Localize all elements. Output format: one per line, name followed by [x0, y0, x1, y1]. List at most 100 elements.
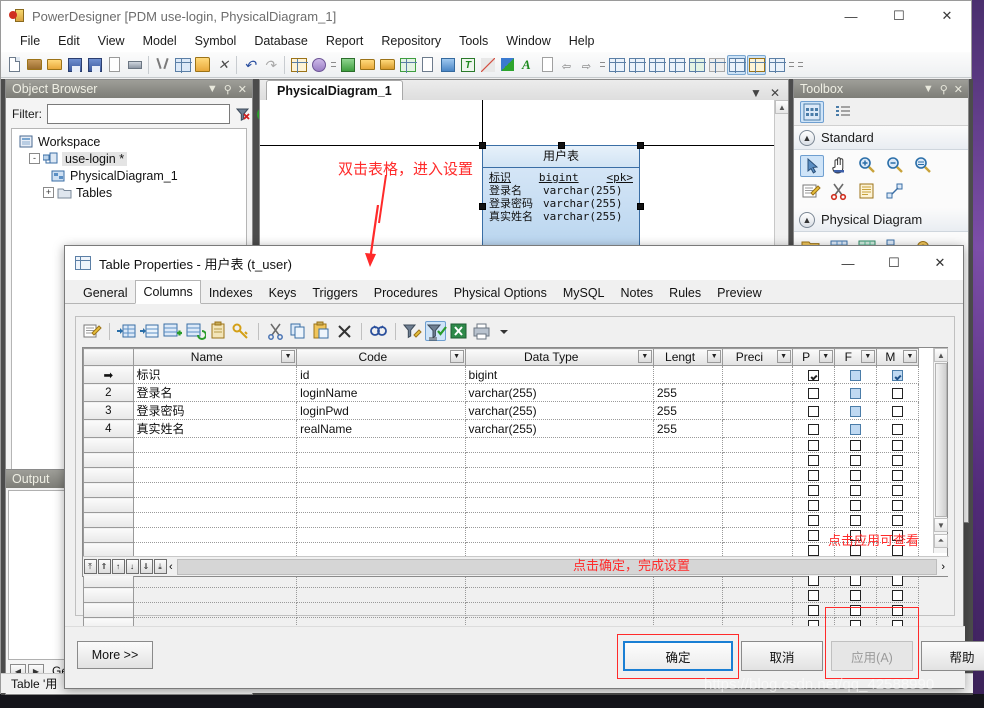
checkbox-f[interactable]: [849, 440, 861, 452]
cell-empty[interactable]: [133, 587, 298, 603]
checkbox-p[interactable]: [807, 515, 819, 527]
checkbox-p[interactable]: [807, 590, 819, 602]
checkbox-m[interactable]: [891, 485, 903, 497]
cell-checkbox-f[interactable]: [834, 512, 877, 528]
more-button[interactable]: More >>: [77, 641, 153, 669]
replace-column-icon[interactable]: [185, 321, 207, 341]
table-row[interactable]: 4 真实姓名 realName varchar(255) 255: [83, 419, 920, 438]
table-row-empty[interactable]: [83, 437, 920, 453]
cell-data-type[interactable]: varchar(255): [465, 401, 654, 420]
header-name[interactable]: Name ▼: [132, 348, 298, 366]
chevron-down-icon[interactable]: ▼: [818, 350, 833, 363]
checkbox-p[interactable]: [807, 575, 819, 587]
columns-grid[interactable]: Name ▼ Code ▼ Data Type ▼ Lengt ▼ Preci ▼ P ▼ …: [82, 347, 949, 633]
menu-help[interactable]: Help: [560, 33, 604, 49]
close-button[interactable]: ✕: [923, 1, 971, 31]
row-indicator[interactable]: 2: [83, 383, 134, 402]
cell-checkbox-f[interactable]: [834, 497, 877, 513]
row-indicator[interactable]: [83, 527, 134, 543]
cell-primary-key[interactable]: [792, 401, 835, 420]
redo-icon[interactable]: ↷: [261, 55, 280, 75]
checkbox-f[interactable]: [849, 590, 861, 602]
resize-handle-nw[interactable]: [479, 142, 486, 149]
resize-handle-n[interactable]: [558, 142, 565, 149]
checkbox-p[interactable]: [807, 387, 819, 399]
checkbox-f[interactable]: [849, 575, 861, 587]
chevron-down-icon[interactable]: ▼: [776, 350, 791, 363]
checkbox-m[interactable]: [891, 575, 903, 587]
cell-empty[interactable]: [465, 452, 654, 468]
dialog-close-button[interactable]: ✕: [917, 246, 963, 280]
cell-name[interactable]: 登录名: [133, 383, 298, 402]
tree-node-physicaldiagram[interactable]: PhysicalDiagram_1: [15, 167, 243, 184]
cell-name[interactable]: 登录密码: [133, 401, 298, 420]
cell-precision[interactable]: [722, 401, 793, 420]
cut-icon[interactable]: [153, 55, 172, 75]
tree-node-tables[interactable]: + Tables: [15, 184, 243, 201]
row-indicator[interactable]: [83, 467, 134, 483]
open-folder-icon[interactable]: [45, 55, 64, 75]
grid-vertical-scrollbar[interactable]: ▲ ▼ ⏶: [933, 348, 948, 553]
grid-view-icon[interactable]: [800, 100, 824, 123]
resize-handle-ne[interactable]: [637, 142, 644, 149]
header-p[interactable]: P ▼: [791, 348, 835, 366]
cell-checkbox-m[interactable]: [876, 437, 920, 453]
checkbox-p[interactable]: [807, 455, 819, 467]
preview-icon[interactable]: [707, 55, 726, 75]
cell-mandatory[interactable]: [876, 365, 920, 384]
move-down-fast-icon[interactable]: ⇓: [139, 559, 153, 574]
cell-empty[interactable]: [465, 527, 654, 543]
cell-precision[interactable]: [722, 419, 793, 438]
customize-filter-icon[interactable]: [402, 321, 423, 341]
cell-empty[interactable]: [296, 512, 466, 528]
undo-icon[interactable]: ↶: [241, 55, 260, 75]
zoom-out-icon[interactable]: [884, 155, 908, 177]
cell-foreign-key[interactable]: [834, 401, 877, 420]
tab-procedures[interactable]: Procedures: [366, 282, 446, 303]
cell-empty[interactable]: [722, 437, 793, 453]
close-icon[interactable]: ✕: [954, 83, 963, 96]
cell-checkbox-p[interactable]: [792, 467, 835, 483]
cancel-button[interactable]: 取消: [741, 641, 823, 671]
scroll-thumb[interactable]: [935, 363, 947, 517]
checkbox-f[interactable]: [849, 485, 861, 497]
menu-window[interactable]: Window: [497, 33, 559, 49]
checkbox-m[interactable]: [891, 387, 903, 399]
table-row-empty[interactable]: [83, 602, 920, 618]
delete-icon[interactable]: [334, 321, 355, 341]
move-down-icon[interactable]: ↓: [125, 559, 139, 574]
row-indicator[interactable]: 4: [83, 419, 134, 438]
tab-columns[interactable]: Columns: [135, 280, 201, 304]
chevron-up-icon[interactable]: ▲: [799, 211, 815, 228]
filter-input[interactable]: [47, 104, 230, 124]
checkbox-p[interactable]: [807, 405, 819, 417]
cell-length[interactable]: 255: [653, 383, 724, 402]
chevron-up-icon[interactable]: ▲: [799, 129, 815, 146]
properties-icon[interactable]: [289, 55, 308, 75]
menu-edit[interactable]: Edit: [49, 33, 89, 49]
row-indicator[interactable]: [83, 587, 134, 603]
checkbox-p[interactable]: [807, 545, 819, 557]
find-icon[interactable]: [368, 321, 389, 341]
table-row-empty[interactable]: [83, 482, 920, 498]
cell-empty[interactable]: [722, 587, 793, 603]
close-icon[interactable]: ✕: [238, 83, 247, 96]
pan-hand-icon[interactable]: [828, 155, 852, 177]
chevron-down-icon[interactable]: ▼: [923, 83, 934, 96]
save-icon[interactable]: [65, 55, 84, 75]
toolbox-section-standard[interactable]: ▲ Standard: [794, 126, 968, 150]
menu-model[interactable]: Model: [134, 33, 186, 49]
toolbar-grip-1[interactable]: [329, 55, 337, 75]
scroll-up-icon[interactable]: ▲: [775, 100, 788, 114]
cell-empty[interactable]: [465, 602, 654, 618]
cell-empty[interactable]: [296, 437, 466, 453]
chevron-down-icon[interactable]: ▼: [707, 350, 722, 363]
text-tool-icon[interactable]: T: [458, 55, 477, 75]
checkbox-f[interactable]: [849, 500, 861, 512]
checkbox-p[interactable]: [807, 485, 819, 497]
cell-empty[interactable]: [722, 527, 793, 543]
cell-checkbox-m[interactable]: [876, 452, 920, 468]
pointer-icon[interactable]: [800, 155, 824, 177]
scroll-left-icon[interactable]: ‹: [167, 561, 175, 573]
tab-keys[interactable]: Keys: [261, 282, 305, 303]
